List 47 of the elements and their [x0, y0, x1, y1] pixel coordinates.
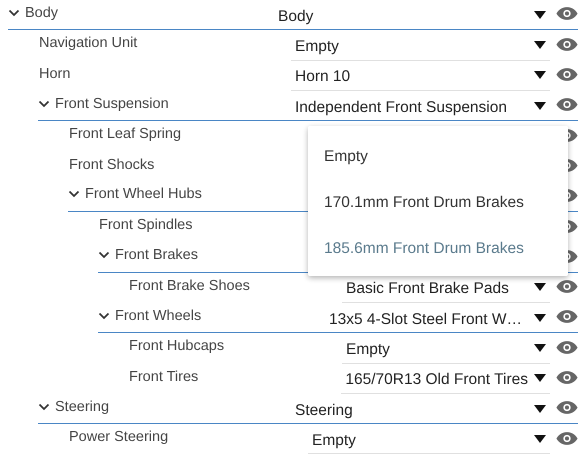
part-label: Front Leaf Spring	[69, 126, 182, 142]
caret-icon	[534, 40, 546, 49]
menu-option[interactable]: 185.6mm Front Drum Brakes	[308, 228, 568, 274]
part-label: Navigation Unit	[39, 35, 138, 52]
caret-icon	[534, 314, 546, 322]
part-label: Front Suspension	[55, 96, 169, 112]
part-label: Front Brakes	[115, 247, 198, 264]
part-label: Horn	[39, 66, 70, 82]
part-label: Front Brake Shoes	[129, 278, 250, 294]
part-label: Front Wheels	[115, 308, 202, 324]
part-select[interactable]: Empty	[308, 424, 550, 454]
eye-icon[interactable]	[556, 309, 578, 324]
part-select[interactable]: Independent Front Suspension	[291, 90, 550, 120]
caret-icon	[534, 71, 546, 80]
eye-icon[interactable]	[556, 6, 578, 22]
part-select[interactable]: Horn 10	[291, 60, 550, 91]
caret-icon	[534, 10, 546, 19]
part-label: Front Wheel Hubs	[85, 186, 202, 202]
caret-icon	[534, 102, 546, 110]
caret-icon	[534, 283, 546, 292]
menu-option[interactable]: Empty	[308, 136, 568, 182]
caret-icon	[534, 374, 546, 382]
eye-icon[interactable]	[556, 430, 578, 446]
part-select[interactable]: Empty	[342, 333, 550, 364]
caret-icon	[534, 344, 546, 352]
part-label: Power Steering	[69, 429, 168, 446]
part-select[interactable]: 165/70R13 Old Front Tires	[341, 364, 550, 394]
part-select[interactable]: Empty	[291, 30, 550, 61]
eye-icon[interactable]	[556, 36, 578, 52]
part-select[interactable]: 13x5 4-Slot Steel Front W…	[325, 302, 550, 332]
eye-icon[interactable]	[556, 370, 578, 386]
part-label: Front Spindles	[99, 217, 192, 234]
eye-icon[interactable]	[556, 67, 578, 82]
eye-icon[interactable]	[556, 279, 578, 294]
part-select[interactable]: Steering	[291, 394, 550, 424]
menu-option[interactable]: 170.1mm Front Drum Brakes	[308, 182, 568, 228]
eye-icon[interactable]	[556, 97, 578, 112]
part-label: Front Shocks	[69, 156, 154, 173]
eye-icon[interactable]	[556, 400, 578, 415]
part-select[interactable]: Body	[274, 0, 550, 30]
part-label: Body	[25, 4, 58, 21]
part-label: Front Tires	[129, 368, 198, 385]
caret-icon	[534, 434, 546, 443]
eye-icon[interactable]	[556, 340, 578, 355]
part-label: Front Hubcaps	[129, 338, 224, 354]
caret-icon	[534, 404, 546, 412]
part-label: Steering	[55, 398, 110, 414]
